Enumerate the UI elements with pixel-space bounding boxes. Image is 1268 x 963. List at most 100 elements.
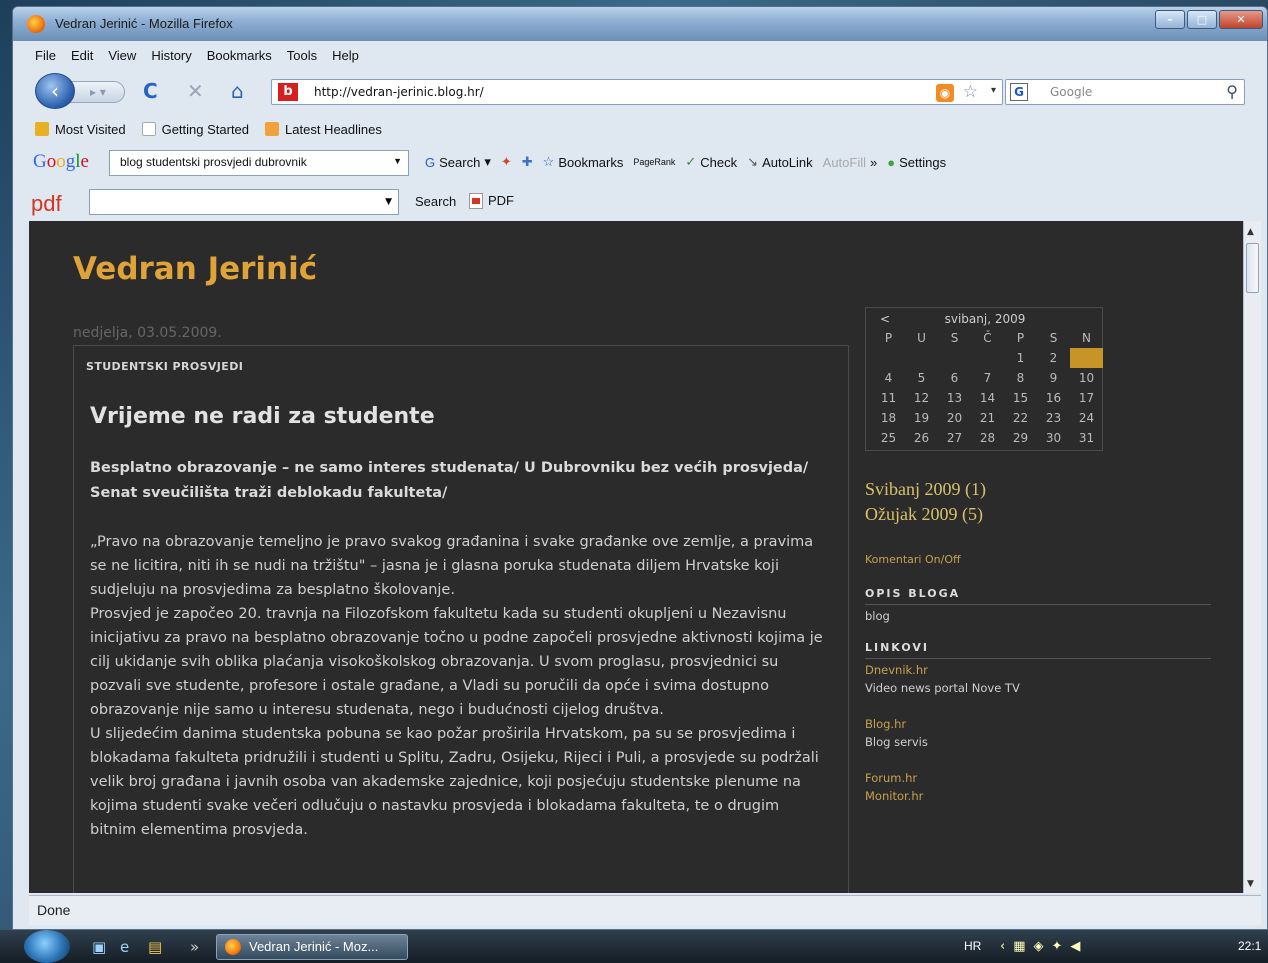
menu-tools[interactable]: Tools	[287, 48, 317, 63]
search-icon[interactable]: ⚲	[1226, 82, 1238, 101]
rss-feed-icon[interactable]: ◉	[936, 84, 954, 102]
calendar-day: 9	[1049, 371, 1058, 385]
folder-icon[interactable]: ▤	[148, 938, 162, 956]
taskbar-firefox-item[interactable]: Vedran Jerinić - Moz...	[216, 934, 408, 960]
scroll-up-icon[interactable]: ▲	[1247, 227, 1254, 237]
post-paragraph: Prosvjed je započeo 20. travnja na Filoz…	[90, 606, 823, 718]
post-paragraph: U slijedećim danima studentska pobuna se…	[90, 726, 819, 838]
check-label: Check	[700, 154, 738, 170]
language-indicator[interactable]: HR	[964, 939, 981, 953]
google-search-button[interactable]: G Search ▾	[425, 154, 491, 170]
close-button[interactable]: ✕	[1219, 10, 1263, 29]
archive-link[interactable]: Ožujak 2009 (5)	[865, 502, 986, 527]
google-search-select[interactable]: blog studentski prosvjedi dubrovnik ▼	[109, 150, 409, 176]
post-lead: Besplatno obrazovanje – ne samo interes …	[90, 460, 809, 501]
taskbar-item-label: Vedran Jerinić - Moz...	[249, 939, 379, 954]
autofill-button[interactable]: AutoFill »	[823, 155, 878, 170]
archive-link[interactable]: Svibanj 2009 (1)	[865, 477, 986, 502]
calendar-month: svibanj, 2009	[944, 312, 1026, 326]
settings-button[interactable]: ● Settings	[887, 155, 946, 170]
volume-icon[interactable]: ◀	[1070, 939, 1080, 954]
menu-edit[interactable]: Edit	[71, 48, 93, 63]
url-dropdown-icon[interactable]: ▾	[991, 85, 996, 96]
google-bookmarks-button[interactable]: ☆ Bookmarks	[543, 154, 624, 170]
chevron-down-icon[interactable]: ▼	[385, 197, 392, 207]
google-query-text[interactable]: blog studentski prosvjedi dubrovnik	[120, 155, 307, 169]
comments-toggle-link[interactable]: Komentari On/Off	[865, 553, 961, 566]
show-desktop-icon[interactable]: ▣	[92, 938, 106, 956]
search-icon: G	[425, 154, 436, 170]
sidebar-link-description: Video news portal Nove TV	[865, 681, 1020, 695]
sidebar-link-monitor[interactable]: Monitor.hr	[865, 787, 923, 805]
home-icon[interactable]: ⌂	[231, 81, 244, 101]
calendar-day: 30	[1045, 431, 1062, 445]
google-engine-icon[interactable]: G	[1010, 83, 1028, 101]
calendar-day: 14	[979, 391, 996, 405]
tools-icon[interactable]: ✦	[501, 154, 512, 170]
search-bar[interactable]: G Google ⚲	[1005, 79, 1245, 105]
sidebar-link-dnevnik[interactable]: Dnevnik.hr	[865, 661, 928, 679]
menu-history[interactable]: History	[151, 48, 191, 63]
pdf-logo[interactable]: pdf	[31, 191, 62, 217]
antivirus-icon[interactable]: ✦	[1052, 939, 1063, 954]
forward-button[interactable]: ▸ ▾	[69, 81, 125, 103]
calendar-weekday: N	[1082, 331, 1091, 345]
blog-title[interactable]: Vedran Jerinić	[73, 251, 317, 287]
google-logo[interactable]: Google	[33, 151, 89, 173]
clock[interactable]: 22:1	[1238, 939, 1261, 953]
scroll-down-icon[interactable]: ▼	[1247, 879, 1254, 889]
calendar-day[interactable]: 3	[1070, 348, 1103, 368]
tray-expand-icon[interactable]: ‹	[1000, 939, 1005, 954]
url-text[interactable]: http://vedran-jerinic.blog.hr/	[314, 85, 484, 99]
pdf-search-button[interactable]: Search	[415, 194, 456, 209]
pdf-search-select[interactable]: ▼	[89, 189, 399, 215]
sidebar-link-forum[interactable]: Forum.hr	[865, 769, 917, 787]
maximize-button[interactable]: □	[1187, 10, 1217, 29]
calendar-day: 7	[983, 371, 992, 385]
spellcheck-button[interactable]: ✓ Check	[685, 154, 737, 170]
internet-explorer-icon[interactable]: e	[120, 938, 129, 956]
post-category[interactable]: STUDENTSKI PROSVJEDI	[86, 360, 243, 373]
stop-icon[interactable]: ✕	[187, 81, 204, 101]
scroll-thumb[interactable]	[1246, 243, 1259, 293]
archive-list: Svibanj 2009 (1) Ožujak 2009 (5)	[865, 477, 986, 527]
security-shield-icon[interactable]: ◈	[1034, 939, 1044, 954]
vertical-scrollbar[interactable]: ▲ ▼	[1243, 221, 1261, 893]
reload-icon[interactable]: C	[143, 81, 158, 101]
menu-view[interactable]: View	[108, 48, 136, 63]
google-search-label: Search	[439, 154, 481, 170]
minimize-button[interactable]: –	[1155, 10, 1185, 29]
quick-launch-more-icon[interactable]: »	[190, 938, 199, 956]
calendar-day: 28	[979, 431, 996, 445]
calendar-prev-link[interactable]: <	[872, 312, 892, 326]
network-icon[interactable]: ▦	[1013, 939, 1025, 954]
calendar-header: < svibanj, 2009	[872, 310, 1098, 328]
calendar-day: 21	[979, 411, 996, 425]
bookmark-star-icon[interactable]: ☆	[963, 82, 978, 102]
menu-file[interactable]: File	[35, 48, 56, 63]
start-button[interactable]	[24, 930, 70, 963]
sidebar-link-blog[interactable]: Blog.hr	[865, 715, 906, 733]
bookmark-latest-headlines[interactable]: Latest Headlines	[265, 122, 382, 137]
bookmark-label: Latest Headlines	[285, 121, 382, 137]
autolink-button[interactable]: ↘ AutoLink	[747, 154, 813, 170]
google-toolbar-buttons: G Search ▾ ✦ ✚ ☆ Bookmarks PageRank ✓ Ch…	[425, 154, 946, 170]
menu-bookmarks[interactable]: Bookmarks	[207, 48, 272, 63]
calendar-weekday: U	[917, 331, 926, 345]
url-bar[interactable]: b http://vedran-jerinic.blog.hr/ ◉ ☆ ▾	[271, 79, 1003, 105]
post-title: Vrijeme ne radi za studente	[90, 404, 435, 429]
pagerank-label: PageRank	[633, 157, 676, 167]
links-heading: LINKOVI	[865, 641, 1211, 659]
calendar-weekday: S	[950, 331, 959, 345]
bookmarks-toolbar: Most Visited Getting Started Latest Head…	[13, 117, 1267, 141]
chevron-down-icon[interactable]: ▼	[393, 156, 402, 166]
bookmark-label: Getting Started	[161, 121, 250, 137]
pagerank-indicator[interactable]: PageRank	[633, 157, 675, 167]
menu-help[interactable]: Help	[332, 48, 359, 63]
bookmark-most-visited[interactable]: Most Visited	[35, 122, 126, 137]
share-icon[interactable]: ✚	[522, 154, 533, 170]
bookmark-getting-started[interactable]: Getting Started	[141, 121, 250, 137]
back-button[interactable]: ‹	[35, 73, 75, 109]
pdf-button[interactable]: PDF	[469, 193, 514, 209]
search-input[interactable]: Google	[1050, 85, 1092, 99]
